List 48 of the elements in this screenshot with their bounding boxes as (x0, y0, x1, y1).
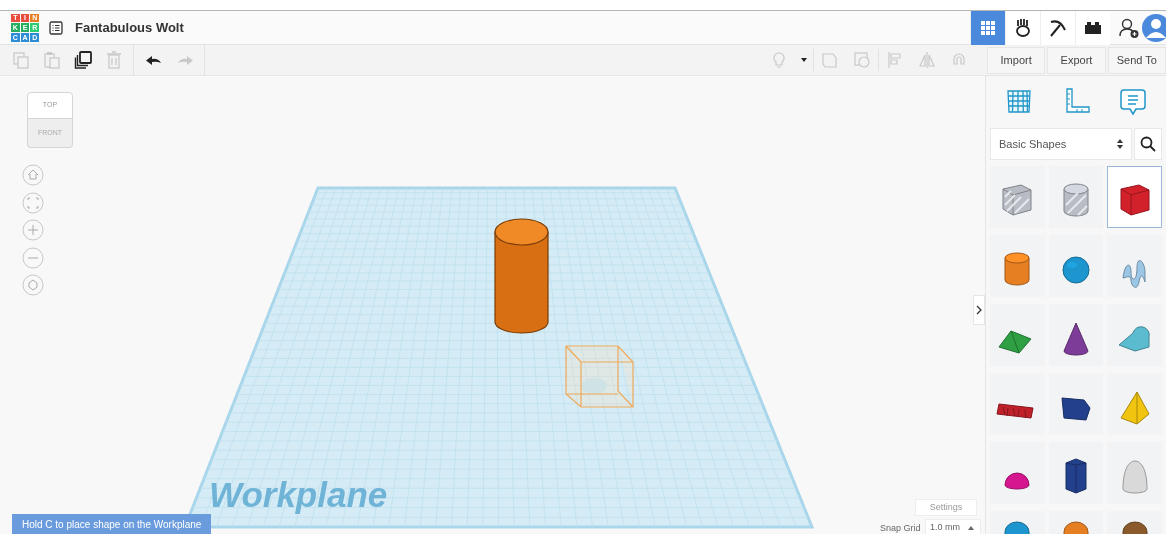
action-button[interactable]: Send To (1107, 46, 1166, 74)
shape-tile[interactable] (1048, 442, 1104, 504)
ungroup-icon (852, 50, 872, 70)
copy-icon (10, 50, 31, 70)
chevron-icon (976, 305, 982, 315)
duplicate-icon (72, 50, 93, 70)
shape-tile[interactable] (1107, 442, 1162, 504)
list-icon[interactable] (49, 20, 63, 35)
shape-tile[interactable] (990, 304, 1045, 366)
shape-tile[interactable] (1048, 373, 1104, 435)
shape-tile[interactable] (1048, 166, 1104, 228)
shape-tile[interactable] (990, 373, 1045, 435)
notes-icon[interactable] (1118, 86, 1149, 116)
mirror-icon (917, 50, 937, 70)
shape-tile[interactable] (1107, 304, 1162, 366)
action-button[interactable]: Export (1047, 46, 1106, 74)
shape-tile[interactable] (1048, 235, 1104, 297)
search-button[interactable] (1134, 128, 1162, 160)
shape-tile[interactable] (1107, 235, 1162, 297)
home-icon[interactable] (22, 164, 44, 186)
caret-icon (801, 58, 807, 62)
shape-tile[interactable] (1107, 373, 1162, 435)
shape-tile[interactable] (990, 442, 1045, 504)
workplane-label: Workplane (209, 477, 388, 512)
group-icon (820, 50, 840, 70)
shape-tile[interactable] (1107, 166, 1162, 228)
search-icon (1140, 136, 1156, 152)
zoom-in-icon[interactable] (22, 219, 44, 241)
snap-grid-label: Snap Grid (880, 522, 921, 534)
design-title[interactable]: Fantabulous Wolt (75, 17, 184, 38)
shape-tile[interactable] (990, 166, 1045, 228)
category-select[interactable]: Basic Shapes (990, 128, 1132, 160)
action-button[interactable]: Import (987, 46, 1046, 74)
hint-toast: Hold C to place shape on the Workplane (12, 514, 212, 534)
sort-caret-icon (1117, 139, 1123, 149)
perspective-icon[interactable] (22, 274, 44, 296)
view-tab[interactable] (1040, 10, 1075, 45)
view-tab[interactable] (1005, 10, 1040, 45)
cylinder[interactable] (494, 218, 549, 334)
avatar[interactable] (1142, 12, 1166, 43)
add-user-icon[interactable] (1118, 16, 1140, 39)
paste-icon (41, 50, 62, 70)
snap-grid-select[interactable]: 1.0 mm (925, 519, 981, 534)
shape-tile[interactable] (990, 235, 1045, 297)
collapse-panel-button[interactable] (973, 295, 985, 325)
shape-tile[interactable] (1048, 304, 1104, 366)
caret-icon (968, 525, 974, 530)
view-tab[interactable] (1075, 10, 1110, 45)
